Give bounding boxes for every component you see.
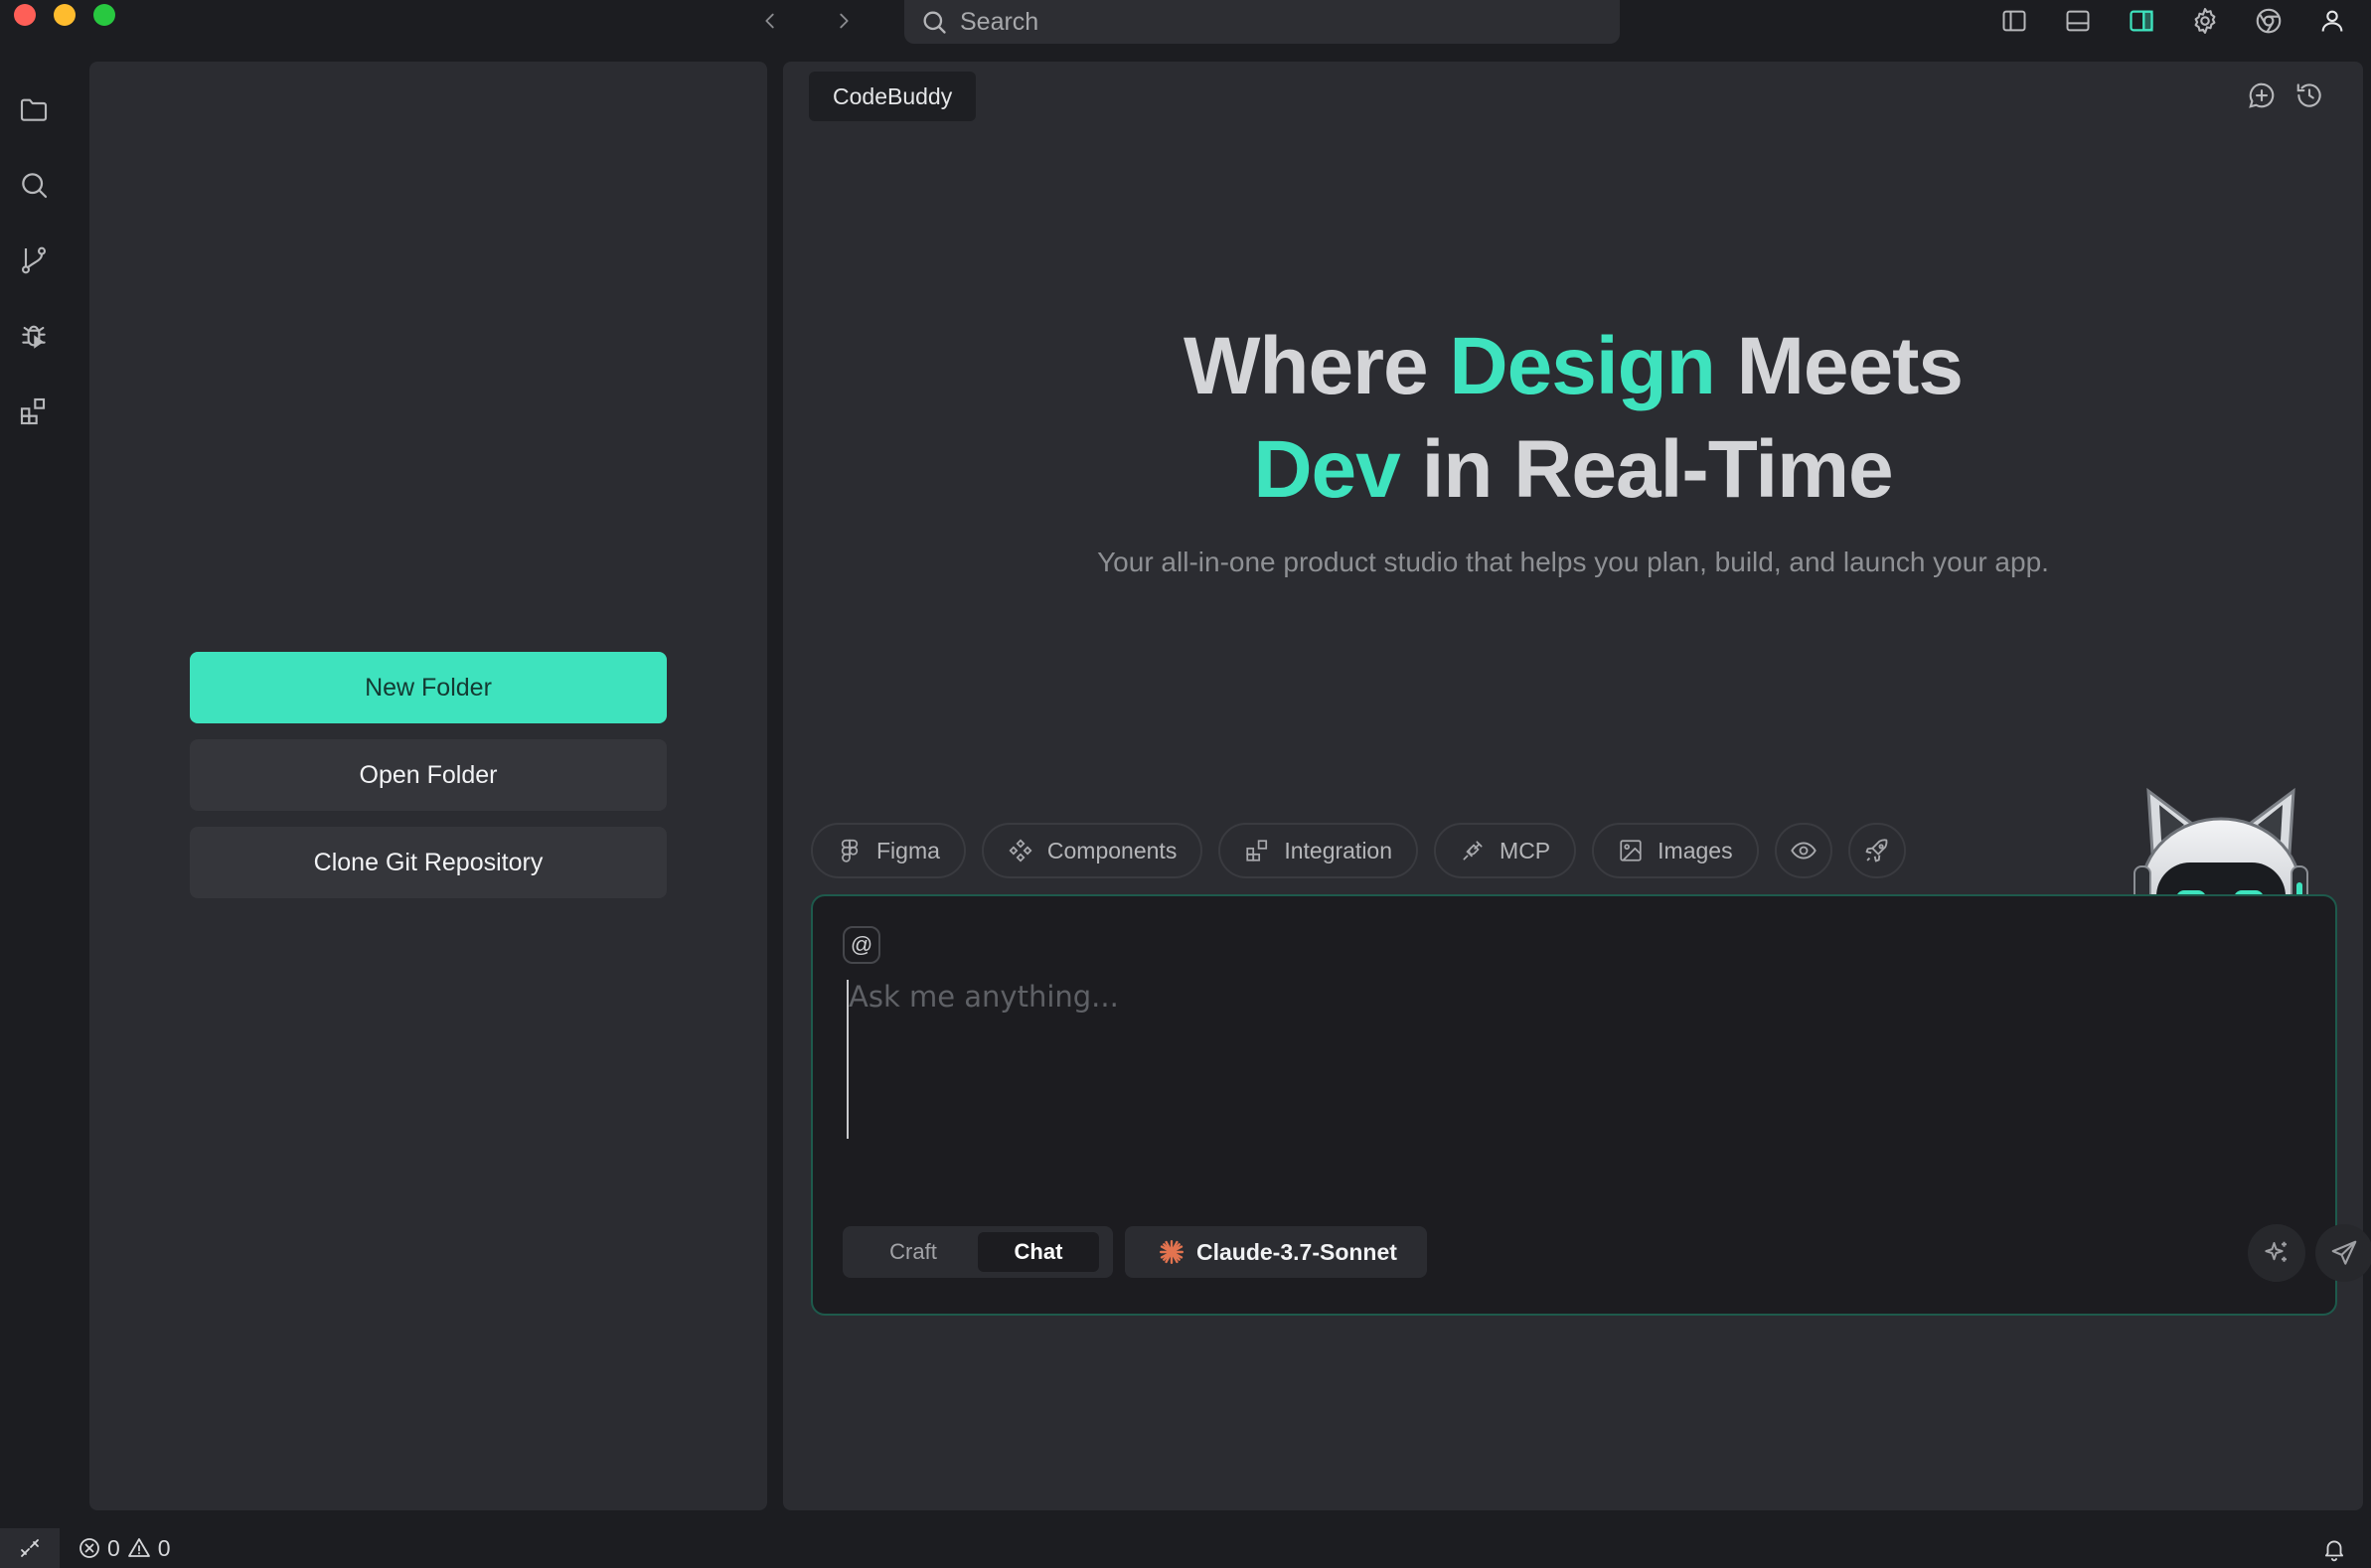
folder-icon	[20, 98, 48, 121]
forward-button[interactable]	[829, 6, 859, 36]
hero-subtitle: Your all-in-one product studio that help…	[1097, 547, 2049, 577]
chip-label: Images	[1658, 837, 1733, 863]
account-button[interactable]	[2315, 4, 2349, 38]
chevron-left-icon	[765, 13, 774, 29]
error-count: 0	[107, 1534, 120, 1561]
problems-indicator[interactable]: 0 0	[78, 1528, 171, 1568]
chip-label: Integration	[1284, 837, 1393, 863]
settings-gear-icon	[2194, 8, 2216, 34]
chip-label: Figma	[876, 837, 940, 863]
mode-craft-tab[interactable]: Craft	[849, 1232, 978, 1272]
hero-accent-text: Design	[1449, 321, 1715, 411]
title-bar	[0, 0, 2371, 44]
hero-text: Meets	[1714, 321, 1964, 411]
chat-history-button[interactable]	[2290, 76, 2329, 115]
account-icon	[2321, 10, 2343, 32]
explorer-panel: New Folder Open Folder Clone Git Reposit…	[89, 62, 767, 1510]
hero-text: in Real-Time	[1399, 424, 1894, 515]
new-folder-button[interactable]: New Folder	[190, 652, 667, 723]
preview-chip[interactable]	[1774, 823, 1832, 878]
search-icon	[923, 11, 946, 34]
claude-logo-icon	[1159, 1239, 1185, 1265]
hero-accent-text: Dev	[1253, 424, 1400, 515]
command-search-bar[interactable]	[904, 0, 1620, 44]
browser-icon	[2256, 8, 2282, 34]
status-bar: 0 0	[0, 1528, 2371, 1568]
model-name: Claude-3.7-Sonnet	[1196, 1238, 1397, 1265]
remote-connection-button[interactable]	[0, 1528, 60, 1568]
toggle-primary-sidebar-button[interactable]	[1997, 4, 2031, 38]
chat-prompt-input[interactable]	[847, 980, 2297, 1139]
figma-chip[interactable]: Figma	[811, 823, 966, 878]
source-control-icon	[21, 246, 47, 274]
components-chip[interactable]: Components	[981, 823, 1203, 878]
search-icon	[22, 173, 48, 199]
toggle-secondary-sidebar-button[interactable]	[2125, 4, 2158, 38]
extensions-icon	[20, 397, 46, 425]
hero-text: Where	[1184, 321, 1450, 411]
rocket-icon	[1865, 839, 1887, 862]
mention-button[interactable]: @	[843, 926, 880, 964]
error-icon	[79, 1538, 99, 1558]
images-chip[interactable]: Images	[1592, 823, 1759, 878]
maximize-window-button[interactable]	[93, 4, 115, 26]
chevron-right-icon	[840, 13, 849, 29]
image-icon	[1620, 840, 1642, 862]
mcp-chip[interactable]: MCP	[1434, 823, 1577, 878]
codebuddy-chat-panel: CodeBuddy Where Design Meets Dev in Real…	[783, 62, 2371, 1510]
explorer-activity-button[interactable]	[14, 89, 54, 129]
context-chip-row: Figma Components Integration MCP Images	[811, 823, 1906, 878]
settings-button[interactable]	[2188, 4, 2222, 38]
plug-icon	[1463, 841, 1483, 861]
send-button[interactable]	[2315, 1224, 2371, 1282]
search-activity-button[interactable]	[14, 165, 54, 205]
components-icon	[1009, 839, 1032, 862]
warning-count: 0	[157, 1534, 171, 1561]
new-chat-button[interactable]	[2242, 76, 2282, 115]
model-selector[interactable]: Claude-3.7-Sonnet	[1125, 1226, 1427, 1278]
mode-toggle: Craft Chat	[843, 1226, 1113, 1278]
integration-icon	[1246, 840, 1268, 862]
history-icon	[2296, 83, 2321, 107]
integration-chip[interactable]: Integration	[1218, 823, 1419, 878]
toggle-panel-button[interactable]	[2061, 4, 2095, 38]
chip-label: Components	[1046, 837, 1178, 863]
new-chat-icon	[2249, 82, 2275, 108]
tab-codebuddy[interactable]: CodeBuddy	[809, 72, 977, 121]
chat-input-card: @ Craft Chat Claude-3.7-Sonnet	[811, 894, 2371, 1316]
search-input[interactable]	[960, 7, 1596, 37]
hero-heading-line1: Where Design Meets	[783, 320, 2363, 413]
mode-chat-tab[interactable]: Chat	[978, 1232, 1099, 1272]
minimize-window-button[interactable]	[54, 4, 76, 26]
browser-button[interactable]	[2252, 4, 2286, 38]
close-window-button[interactable]	[14, 4, 36, 26]
figma-icon	[841, 839, 859, 862]
toggle-panel-icon	[2066, 10, 2090, 32]
source-control-activity-button[interactable]	[14, 240, 54, 280]
debug-activity-button[interactable]	[14, 316, 54, 356]
extensions-activity-button[interactable]	[14, 392, 54, 431]
eye-icon	[1790, 842, 1817, 860]
warning-icon	[127, 1538, 150, 1557]
send-icon	[2331, 1240, 2357, 1265]
enhance-prompt-button[interactable]	[2248, 1224, 2305, 1282]
toggle-primary-sidebar-icon	[2002, 10, 2026, 32]
back-button[interactable]	[755, 6, 785, 36]
notifications-button[interactable]	[2317, 1532, 2351, 1566]
deploy-chip[interactable]	[1847, 823, 1906, 878]
bell-icon	[2324, 1540, 2344, 1562]
sparkle-icon	[2265, 1241, 2287, 1262]
clone-git-repository-button[interactable]: Clone Git Repository	[190, 827, 667, 898]
toggle-secondary-sidebar-icon	[2130, 10, 2153, 32]
chip-label: MCP	[1500, 837, 1551, 863]
remote-icon	[21, 1539, 39, 1557]
hero-heading-line2: Dev in Real-Time	[783, 423, 2363, 517]
debug-icon	[22, 325, 46, 349]
open-folder-button[interactable]: Open Folder	[190, 739, 667, 811]
